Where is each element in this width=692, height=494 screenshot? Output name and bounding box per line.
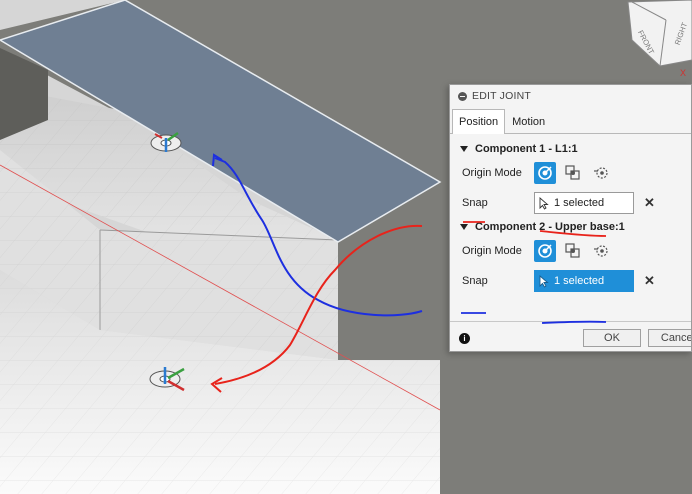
info-icon[interactable]: i — [459, 332, 470, 344]
origin-mode-between-button[interactable] — [562, 162, 584, 184]
ok-button[interactable]: OK — [583, 329, 641, 347]
component-2-title: Component 2 - Upper base:1 — [475, 221, 625, 233]
snap-label-2: Snap — [462, 275, 488, 287]
component-1-origin-row: Origin Mode — [450, 158, 691, 188]
origin-mode-label: Origin Mode — [462, 167, 522, 179]
origin-mode-simple-button[interactable] — [534, 240, 556, 262]
dialog-footer: i OK Cancel — [450, 321, 691, 351]
origin-mode-twoedge-button[interactable] — [590, 162, 612, 184]
component-1-title: Component 1 - L1:1 — [475, 143, 578, 155]
origin-twoedge-icon — [594, 167, 608, 179]
dialog-title: EDIT JOINT — [472, 90, 531, 102]
viewcube-x-axis: X — [680, 68, 686, 78]
tab-motion[interactable]: Motion — [505, 109, 552, 133]
collapse-triangle-icon[interactable] — [460, 224, 468, 230]
clear-snap-1-button[interactable]: ✕ — [644, 195, 655, 211]
component-1-header[interactable]: Component 1 - L1:1 — [450, 140, 691, 158]
dialog-titlebar[interactable]: EDIT JOINT — [450, 85, 691, 107]
origin-mode-simple-button[interactable] — [534, 162, 556, 184]
snap-2-value: 1 selected — [554, 275, 605, 287]
collapse-icon[interactable] — [458, 91, 467, 101]
snap-label-1: Snap — [462, 197, 488, 209]
component-2-snap-row: Snap 1 selected ✕ — [450, 266, 691, 296]
pointer-icon — [539, 196, 549, 210]
cancel-button[interactable]: Cancel — [648, 329, 691, 347]
origin-twoedge-icon — [594, 245, 608, 257]
origin-mode-label: Origin Mode — [462, 245, 522, 257]
component-2-origin-row: Origin Mode — [450, 236, 691, 266]
origin-between-icon — [565, 165, 580, 180]
component-1-snap-selector[interactable]: 1 selected — [534, 192, 634, 214]
snap-1-value: 1 selected — [554, 197, 605, 209]
collapse-triangle-icon[interactable] — [460, 146, 468, 152]
tab-position[interactable]: Position — [452, 109, 506, 134]
origin-mode-between-button[interactable] — [562, 240, 584, 262]
component-1-snap-row: Snap 1 selected ✕ — [450, 188, 691, 218]
edit-joint-dialog: EDIT JOINT Position Motion Component 1 -… — [449, 84, 692, 352]
dialog-tabs: Position Motion — [450, 107, 691, 134]
clear-snap-2-button[interactable]: ✕ — [644, 273, 655, 289]
origin-simple-icon — [538, 244, 552, 258]
origin-simple-icon — [538, 166, 552, 180]
origin-between-icon — [565, 243, 580, 258]
component-2-snap-selector[interactable]: 1 selected — [534, 270, 634, 292]
origin-mode-twoedge-button[interactable] — [590, 240, 612, 262]
pointer-icon — [539, 274, 549, 288]
component-2-header[interactable]: Component 2 - Upper base:1 — [450, 218, 691, 236]
